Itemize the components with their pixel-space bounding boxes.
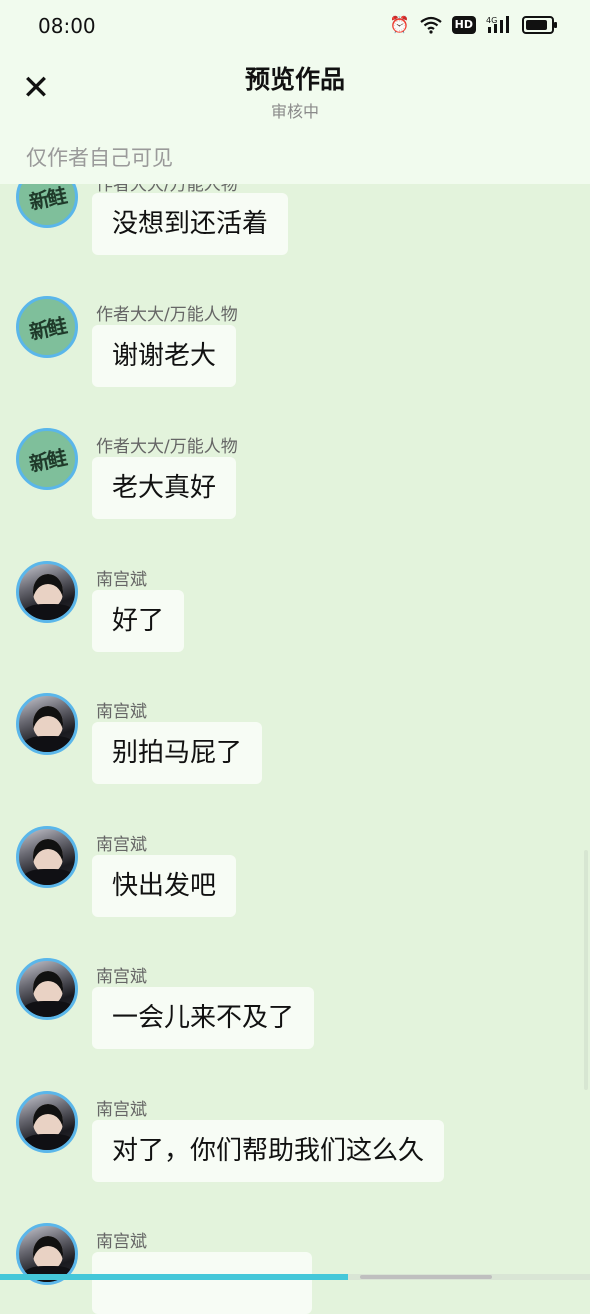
visibility-label: 仅作者自己可见 bbox=[26, 146, 173, 170]
sender-name: 南宫斌 bbox=[96, 1100, 147, 1120]
sender-name: 南宫斌 bbox=[96, 967, 147, 987]
message-bubble[interactable]: 快出发吧 bbox=[92, 855, 237, 917]
sender-name: 南宫斌 bbox=[96, 1232, 147, 1252]
avatar[interactable] bbox=[16, 693, 78, 755]
avatar[interactable] bbox=[16, 958, 78, 1020]
message-bubble[interactable]: 对了，你们帮助我们这么久 bbox=[92, 1120, 445, 1182]
status-time: 08:00 bbox=[38, 14, 96, 38]
sender-name: 作者大大/万能人物 bbox=[96, 305, 238, 325]
avatar[interactable]: 新鲑 bbox=[16, 428, 78, 490]
scrollbar[interactable] bbox=[584, 850, 588, 1090]
message-bubble[interactable]: 别拍马屁了 bbox=[92, 722, 263, 784]
message-bubble[interactable]: 老大真好 bbox=[92, 457, 237, 519]
sender-name: 南宫斌 bbox=[96, 702, 147, 722]
4g-signal-icon: 4G bbox=[486, 16, 509, 33]
sender-name: 南宫斌 bbox=[96, 570, 147, 590]
message-bubble[interactable]: 没想到还活着 bbox=[92, 193, 289, 255]
hd-icon: HD bbox=[451, 16, 476, 34]
avatar[interactable] bbox=[16, 561, 78, 623]
message-bubble[interactable]: 好了 bbox=[92, 590, 185, 652]
review-status: 审核中 bbox=[270, 102, 319, 121]
wifi-icon bbox=[419, 16, 442, 34]
avatar[interactable]: 新鲑 bbox=[16, 296, 78, 358]
progress-bar bbox=[0, 1274, 590, 1280]
svg-text:4G: 4G bbox=[486, 16, 497, 25]
chat-area[interactable]: 新鲑 作者大大/万能人物 没想到还活着 新鲑 作者大大/万能人物 谢谢老大 新鲑… bbox=[0, 0, 590, 1314]
progress-fill bbox=[0, 1274, 348, 1280]
page-title: 预览作品 bbox=[244, 65, 345, 94]
message-bubble[interactable] bbox=[92, 1252, 312, 1314]
message-bubble[interactable]: 一会儿来不及了 bbox=[92, 987, 315, 1049]
alarm-icon: ⏰ bbox=[389, 15, 410, 34]
battery-icon bbox=[522, 16, 557, 34]
home-indicator bbox=[360, 1275, 492, 1279]
status-icons: ⏰ HD 4G bbox=[389, 14, 557, 36]
avatar[interactable] bbox=[16, 826, 78, 888]
message-bubble[interactable]: 谢谢老大 bbox=[92, 325, 237, 387]
app-header: 08:00 ⏰ HD 4G ✕ 预览作品 审核中 仅作者自己可见 bbox=[0, 0, 590, 184]
sender-name: 南宫斌 bbox=[96, 835, 147, 855]
sender-name: 作者大大/万能人物 bbox=[96, 437, 238, 457]
avatar[interactable] bbox=[16, 1091, 78, 1153]
